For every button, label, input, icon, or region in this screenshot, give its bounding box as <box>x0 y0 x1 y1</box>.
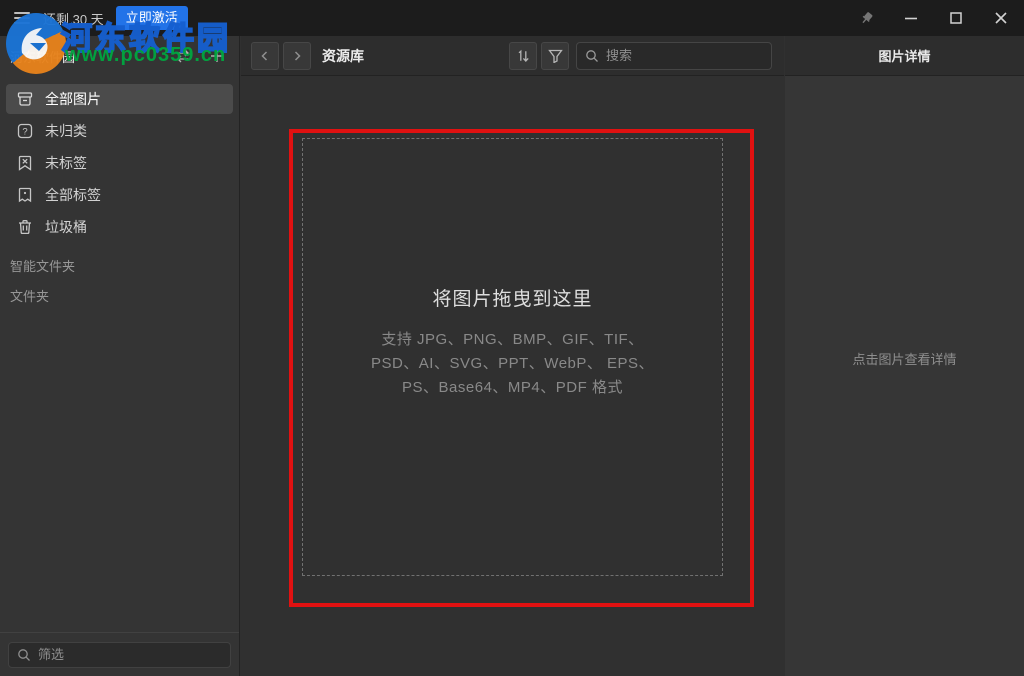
window-controls <box>858 10 1024 26</box>
details-empty-message: 点击图片查看详情 <box>785 349 1024 368</box>
sidebar-item-label: 全部图片 <box>45 89 101 109</box>
switch-library-icon[interactable] <box>174 48 192 64</box>
filter-input[interactable] <box>38 647 222 662</box>
sort-button[interactable] <box>509 42 537 70</box>
search-icon <box>17 648 31 662</box>
title-bar: 还剩 30 天 立即激活 <box>0 0 1024 36</box>
view-title: 资源库 <box>322 46 364 66</box>
filter-button[interactable] <box>541 42 569 70</box>
details-panel-title: 图片详情 <box>785 36 1024 76</box>
back-button[interactable] <box>251 42 279 70</box>
trash-icon <box>16 218 34 236</box>
search-icon <box>585 49 599 63</box>
funnel-icon <box>548 49 563 63</box>
library-name: 河东软件园 <box>10 47 157 66</box>
sidebar-item-trash[interactable]: 垃圾桶 <box>6 212 233 242</box>
trial-days-remaining: 还剩 30 天 <box>43 9 104 28</box>
sidebar-item-label: 未标签 <box>45 153 87 173</box>
add-button[interactable] <box>209 48 225 64</box>
sidebar-section-smart-folders[interactable]: 智能文件夹 <box>0 244 239 274</box>
image-dropzone[interactable]: 将图片拖曳到这里 支持 JPG、PNG、BMP、GIF、TIF、 PSD、AI、… <box>302 138 723 576</box>
sidebar-item-uncategorized[interactable]: ? 未归类 <box>6 116 233 146</box>
details-panel: 图片详情 点击图片查看详情 <box>785 36 1024 676</box>
search-input[interactable] <box>606 48 763 63</box>
app-window: 还剩 30 天 立即激活 河东软件园 <box>0 0 1024 676</box>
filter-input-box[interactable] <box>8 642 231 668</box>
library-content: 将图片拖曳到这里 支持 JPG、PNG、BMP、GIF、TIF、 PSD、AI、… <box>241 76 784 676</box>
sidebar-item-label: 未归类 <box>45 121 87 141</box>
library-header: 河东软件园 <box>0 36 239 76</box>
uncategorized-icon: ? <box>16 122 34 140</box>
forward-button[interactable] <box>283 42 311 70</box>
untagged-icon <box>16 154 34 172</box>
pin-icon[interactable] <box>858 10 874 26</box>
all-images-icon <box>16 90 34 108</box>
minimize-button[interactable] <box>903 10 919 26</box>
sidebar-item-untagged[interactable]: 未标签 <box>6 148 233 178</box>
search-box[interactable] <box>576 42 772 70</box>
sidebar-list: 全部图片 ? 未归类 未标签 全部标签 <box>0 76 239 242</box>
dropzone-supported-formats: 支持 JPG、PNG、BMP、GIF、TIF、 PSD、AI、SVG、PPT、W… <box>359 328 667 400</box>
main-toolbar: 资源库 <box>241 36 784 76</box>
sidebar-section-folders[interactable]: 文件夹 <box>0 274 239 304</box>
sidebar-item-label: 垃圾桶 <box>45 217 87 237</box>
main-area: 资源库 将图片拖曳到这里 支持 JPG、PNG、BMP、GIF、TIF、 PSD… <box>241 36 784 676</box>
menu-icon[interactable] <box>14 12 30 24</box>
maximize-button[interactable] <box>948 10 964 26</box>
activate-now-button[interactable]: 立即激活 <box>116 6 188 30</box>
sidebar: 河东软件园 全部图片 ? 未归类 <box>0 36 240 676</box>
svg-text:?: ? <box>22 126 27 137</box>
sidebar-item-label: 全部标签 <box>45 185 101 205</box>
filter-bar <box>0 632 239 676</box>
sidebar-item-all-tags[interactable]: 全部标签 <box>6 180 233 210</box>
all-tags-icon <box>16 186 34 204</box>
close-button[interactable] <box>993 10 1009 26</box>
sort-icon <box>515 48 531 64</box>
dropzone-title: 将图片拖曳到这里 <box>432 284 592 311</box>
sidebar-item-all-images[interactable]: 全部图片 <box>6 84 233 114</box>
